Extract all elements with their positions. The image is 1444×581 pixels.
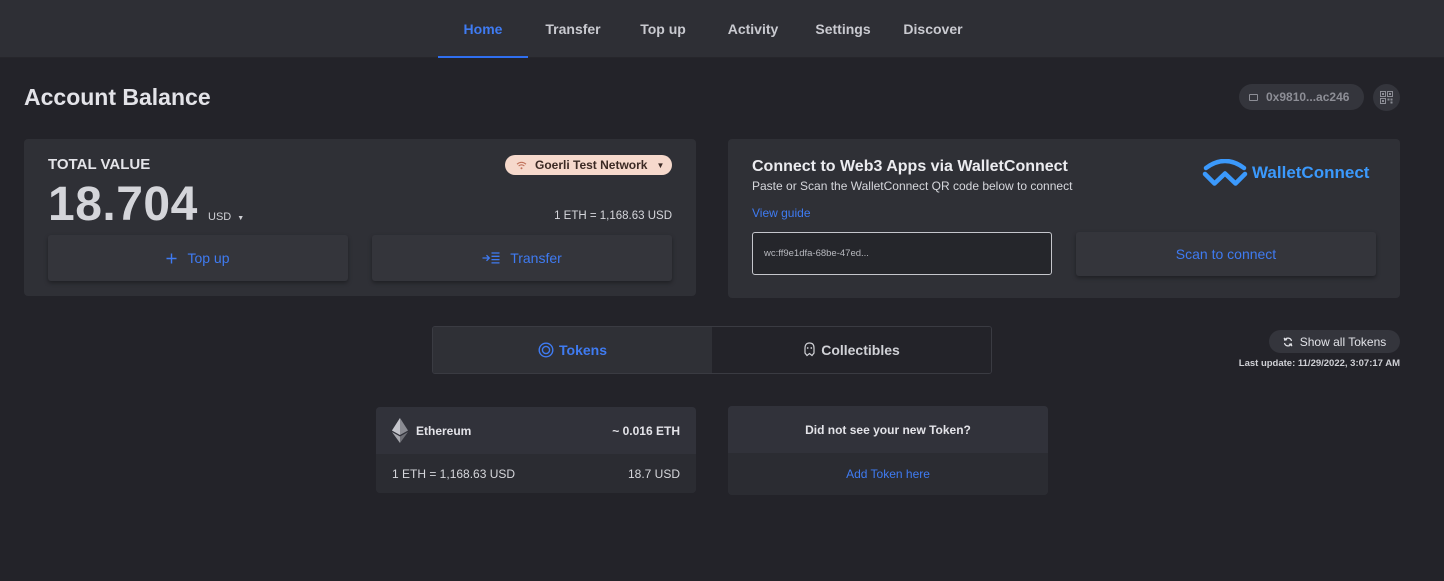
walletconnect-logo: WalletConnect [1202,159,1369,187]
account-address: 0x9810...ac246 [1266,90,1350,104]
qr-code-icon [1380,91,1393,104]
token-name: Ethereum [416,423,472,438]
top-up-button[interactable]: Top up [48,235,348,281]
walletconnect-card: Connect to Web3 Apps via WalletConnect P… [728,139,1400,298]
walletconnect-icon [1202,159,1248,186]
token-card-ethereum[interactable]: Ethereum ~ 0.016 ETH 1 ETH = 1,168.63 US… [376,407,696,493]
walletconnect-uri-input[interactable]: wc:ff9e1dfa-68be-47ed... [752,232,1052,275]
plus-icon [166,253,177,264]
token-amount: ~ 0.016 ETH [612,423,680,438]
walletconnect-brand: WalletConnect [1252,163,1370,182]
show-all-tokens-button[interactable]: Show all Tokens [1269,330,1400,353]
tokens-label: Tokens [559,342,607,358]
view-guide-link[interactable]: View guide [752,206,811,220]
top-up-label: Top up [187,250,230,266]
walletconnect-title: Connect to Web3 Apps via WalletConnect [752,158,1068,175]
account-address-button[interactable]: 0x9810...ac246 [1239,84,1364,110]
balance-card: TOTAL VALUE Goerli Test Network ▼ 18.704… [24,139,696,296]
add-token-card: Did not see your new Token? Add Token he… [728,406,1048,495]
network-name: Goerli Test Network [535,158,648,172]
refresh-icon [1283,337,1293,347]
token-rate: 1 ETH = 1,168.63 USD [392,466,516,481]
tab-transfer[interactable]: Transfer [528,0,618,58]
asset-type-toggle: Tokens Collectibles [432,326,992,374]
token-card-footer: 1 ETH = 1,168.63 USD 18.7 USD [376,454,696,493]
add-token-question: Did not see your new Token? [728,406,1048,453]
tab-tokens[interactable]: Tokens [433,327,712,373]
eth-rate: 1 ETH = 1,168.63 USD [554,210,672,222]
tab-top-up[interactable]: Top up [618,0,708,58]
tab-home[interactable]: Home [438,0,528,58]
network-selector[interactable]: Goerli Test Network ▼ [505,155,672,175]
wifi-icon [516,161,527,169]
last-update-text: Last update: 11/29/2022, 3:07:17 AM [1238,358,1400,369]
show-all-tokens-label: Show all Tokens [1299,334,1387,349]
scan-to-connect-button[interactable]: Scan to connect [1076,232,1376,276]
tab-settings[interactable]: Settings [798,0,888,58]
token-card-header: Ethereum ~ 0.016 ETH [376,407,696,454]
tab-discover[interactable]: Discover [888,0,978,58]
ethereum-icon [392,418,408,443]
total-value-label: TOTAL VALUE [48,156,151,173]
page-title: Account Balance [24,84,211,110]
top-nav: Home Transfer Top up Activity Settings D… [0,0,1444,58]
balance-value: 18.704 [48,178,198,231]
token-usd-value: 18.7 USD [627,466,680,481]
tab-activity[interactable]: Activity [708,0,798,58]
transfer-label: Transfer [510,250,562,266]
tab-collectibles[interactable]: Collectibles [712,327,991,373]
collectibles-label: Collectibles [821,342,900,358]
currency-code: USD [208,211,232,223]
caret-down-icon: ▼ [237,215,245,222]
wallet-icon [1249,93,1258,101]
add-token-link[interactable]: Add Token here [728,453,1048,495]
transfer-icon [482,252,500,264]
token-icon [538,342,554,358]
walletconnect-subtitle: Paste or Scan the WalletConnect QR code … [752,179,1073,193]
currency-selector[interactable]: USD ▼ [208,211,244,223]
caret-down-icon: ▼ [656,160,665,170]
collectibles-icon [803,342,816,358]
transfer-button[interactable]: Transfer [372,235,672,281]
qr-code-button[interactable] [1373,84,1400,111]
